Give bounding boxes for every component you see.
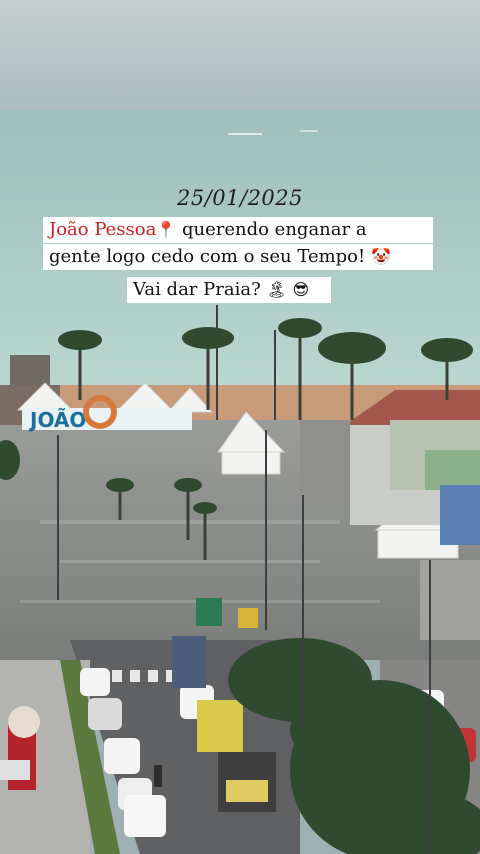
city-name: João Pessoa <box>49 219 157 240</box>
clown-icon: 🤡 <box>370 247 391 266</box>
pin-icon: 📍 <box>156 220 177 239</box>
sky <box>0 0 480 120</box>
date-caption: 25/01/2025 <box>176 186 304 210</box>
city-sign: JOÃO <box>28 408 86 432</box>
beach-street-photo: JOÃO <box>0 0 480 854</box>
island-icon: 🏝 <box>266 280 287 299</box>
caption-line-3-text: Vai dar Praia? <box>133 279 267 300</box>
caption-line-1: João Pessoa📍 querendo enganar a <box>43 217 433 243</box>
caption-line-3: Vai dar Praia? 🏝 😎 <box>127 277 331 303</box>
sunglasses-icon: 😎 <box>292 280 310 299</box>
caption-line-1-text: querendo enganar a <box>176 219 367 240</box>
caption-line-2: gente logo cedo com o seu Tempo! 🤡 <box>43 244 433 270</box>
caption-line-2-text: gente logo cedo com o seu Tempo! <box>49 246 371 267</box>
